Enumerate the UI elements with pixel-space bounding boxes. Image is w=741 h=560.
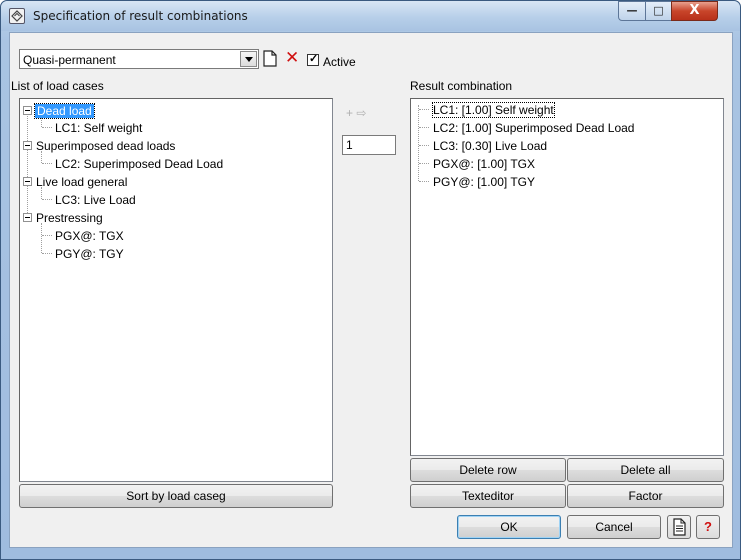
active-checkbox[interactable]: ✓: [307, 53, 319, 66]
tree-group-live-load[interactable]: Live load general: [36, 175, 127, 189]
result-row[interactable]: LC3: [0.30] Live Load: [433, 139, 547, 153]
tree-item-lc2[interactable]: LC2: Superimposed Dead Load: [55, 157, 223, 171]
minimize-button[interactable]: —: [618, 1, 646, 21]
tree-connector: [41, 223, 42, 253]
tree-item-pgx[interactable]: PGX@: TGX: [55, 229, 124, 243]
delete-row-button[interactable]: Delete row: [410, 458, 566, 482]
tree-item-lc3[interactable]: LC3: Live Load: [55, 193, 136, 207]
dialog-window: Specification of result combinations — □…: [0, 0, 741, 560]
active-label: Active: [323, 55, 356, 69]
texteditor-button[interactable]: Texteditor: [410, 484, 566, 508]
minimize-icon: —: [626, 4, 638, 17]
result-row[interactable]: PGX@: [1.00] TGX: [433, 157, 535, 171]
dialog-client: Quasi-permanent ✕ ✓ Active List of load …: [9, 32, 733, 548]
maximize-icon: □: [653, 4, 664, 17]
result-combination-label: Result combination: [410, 79, 513, 93]
tree-connector: [419, 163, 429, 164]
tree-group-prestressing[interactable]: Prestressing: [36, 211, 103, 225]
collapse-icon[interactable]: [23, 106, 32, 115]
checkmark-icon: ✓: [309, 53, 319, 65]
delete-x-icon[interactable]: ✕: [285, 49, 299, 67]
tree-item-pgy[interactable]: PGY@: TGY: [55, 247, 124, 261]
tree-item-lc1[interactable]: LC1: Self weight: [55, 121, 142, 135]
tree-group-label: Dead load: [34, 103, 95, 119]
result-row[interactable]: PGY@: [1.00] TGY: [433, 175, 535, 189]
tree-connector: [419, 127, 429, 128]
tree-connector: [27, 111, 28, 219]
chevron-down-icon[interactable]: [240, 51, 257, 67]
collapse-icon[interactable]: [23, 177, 32, 186]
tree-group-superimposed[interactable]: Superimposed dead loads: [36, 139, 175, 153]
tree-group-dead-load[interactable]: Dead load: [34, 103, 95, 119]
tree-connector: [42, 253, 52, 254]
sort-button[interactable]: Sort by load caseg: [19, 484, 333, 508]
tree-connector: [42, 127, 52, 128]
result-combination-list[interactable]: LC1: [1.00] Self weight LC2: [1.00] Supe…: [410, 98, 724, 456]
delete-all-button[interactable]: Delete all: [567, 458, 724, 482]
collapse-icon[interactable]: [23, 213, 32, 222]
tree-connector: [419, 109, 429, 110]
tree-connector: [418, 105, 419, 181]
tree-connector: [419, 181, 429, 182]
new-document-icon[interactable]: [263, 50, 277, 70]
factor-button[interactable]: Factor: [567, 484, 724, 508]
document-icon[interactable]: [667, 515, 691, 539]
help-icon[interactable]: ?: [696, 515, 720, 539]
combination-value: Quasi-permanent: [23, 53, 116, 67]
combination-select[interactable]: Quasi-permanent: [19, 49, 259, 69]
ok-button[interactable]: OK: [457, 515, 561, 539]
tree-connector: [42, 235, 52, 236]
collapse-icon[interactable]: [23, 141, 32, 150]
app-icon: [9, 8, 25, 24]
tree-connector: [419, 145, 429, 146]
maximize-button[interactable]: □: [645, 1, 672, 21]
window-title: Specification of result combinations: [33, 9, 248, 23]
close-button[interactable]: X: [671, 1, 718, 21]
factor-input[interactable]: 1: [342, 135, 396, 155]
tree-connector: [42, 163, 52, 164]
cancel-button[interactable]: Cancel: [567, 515, 661, 539]
close-icon: X: [689, 3, 700, 18]
title-bar[interactable]: Specification of result combinations — □…: [1, 1, 740, 31]
load-cases-tree[interactable]: Dead load LC1: Self weight Superimposed …: [19, 98, 333, 482]
result-row[interactable]: LC1: [1.00] Self weight: [432, 102, 555, 118]
tree-connector: [42, 199, 52, 200]
load-cases-label: List of load cases: [11, 79, 104, 93]
add-to-combination-button[interactable]: + ⇨: [346, 106, 366, 120]
result-row[interactable]: LC2: [1.00] Superimposed Dead Load: [433, 121, 634, 135]
